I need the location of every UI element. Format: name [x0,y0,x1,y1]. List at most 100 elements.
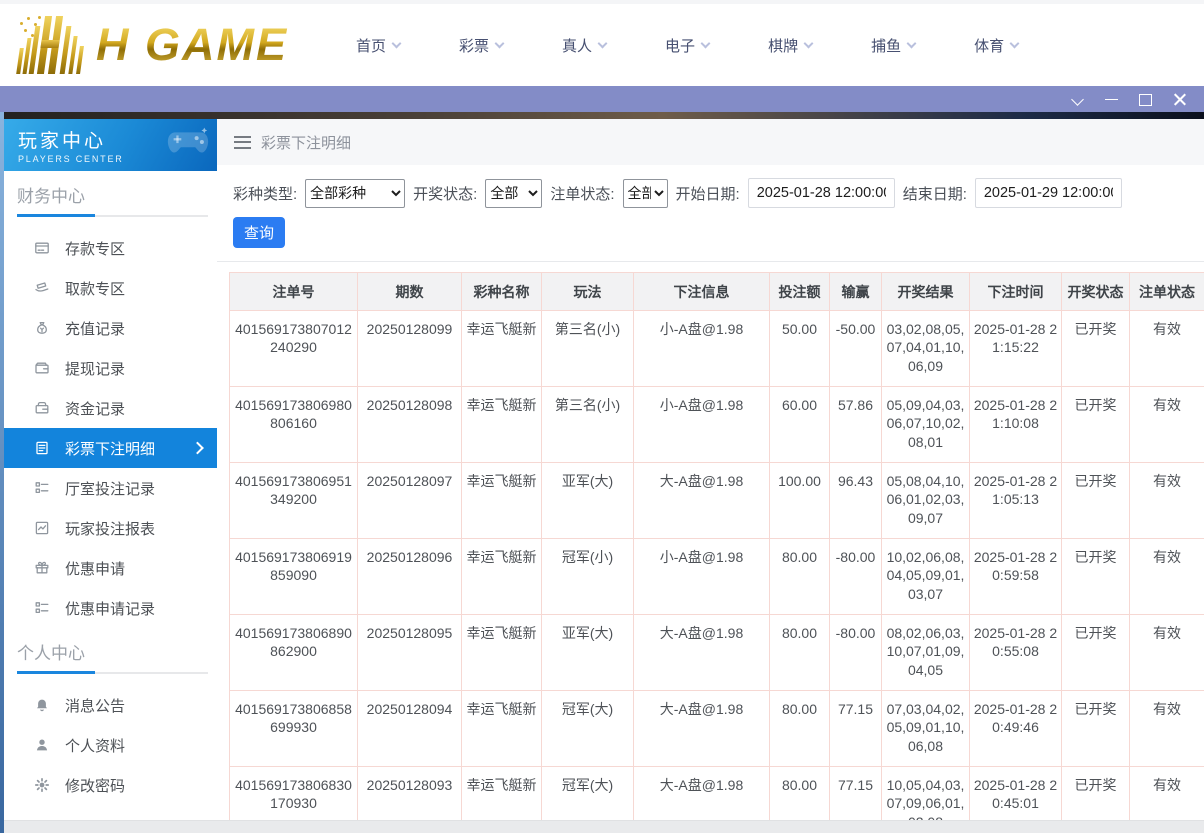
cell-play-type: 冠军(小) [542,539,634,615]
col-header-play-type: 玩法 [542,273,634,311]
chart-icon [34,520,50,536]
cell-order-no: 401569173806858699930 [230,691,358,767]
sidebar-item-message-notice[interactable]: 消息公告 [4,685,217,725]
sidebar-item-label: 消息公告 [65,695,125,716]
purse-icon [34,400,50,416]
cell-win-loss: 96.43 [830,463,882,539]
cell-bet-amount: 80.00 [770,615,830,691]
cell-draw-status: 已开奖 [1062,463,1130,539]
sidebar-item-recharge-records[interactable]: 充值记录 [4,308,217,348]
banner-strip [0,112,1204,119]
checklist-icon [34,600,50,616]
cell-bet-info: 小-A盘@1.98 [634,387,770,463]
nav-item-0[interactable]: 首页 [356,35,400,56]
cell-order-no: 401569173806980806160 [230,387,358,463]
cell-draw-result: 05,08,04,10,06,01,02,03,09,07 [882,463,970,539]
cell-order-status: 有效 [1130,311,1204,387]
nav-item-3[interactable]: 电子 [665,35,709,56]
sidebar-item-label: 修改密码 [65,775,125,796]
col-header-bet-time: 下注时间 [970,273,1062,311]
page-title: 彩票下注明细 [261,132,351,153]
sidebar-item-deposit-zone[interactable]: 存款专区 [4,228,217,268]
lottery-type-label: 彩种类型: [233,183,297,204]
sidebar-item-lottery-bet-details[interactable]: 彩票下注明细 [4,428,217,468]
sidebar-item-label: 资金记录 [65,398,125,419]
chevron-down-icon [804,38,814,48]
sidebar-item-player-bet-report[interactable]: 玩家投注报表 [4,508,217,548]
sidebar-header: 玩家中心 PLAYERS CENTER [4,119,217,171]
breadcrumb: 彩票下注明细 [217,119,1204,165]
cell-bet-info: 大-A盘@1.98 [634,615,770,691]
draw-status-select[interactable]: 全部 [485,179,542,208]
col-header-draw-result: 开奖结果 [882,273,970,311]
sidebar-item-change-password[interactable]: 修改密码 [4,765,217,805]
start-date-input[interactable] [748,178,895,208]
gamepad-icon [165,125,211,162]
col-header-lottery-name: 彩种名称 [462,273,542,311]
start-date-label: 开始日期: [676,183,740,204]
wallet-icon [34,360,50,376]
window-maximize-button[interactable] [1138,92,1153,107]
chevron-down-icon [701,38,711,48]
section-divider [17,672,208,674]
sidebar-item-hall-bet-records[interactable]: 厅室投注记录 [4,468,217,508]
site-header: H GAME 首页 彩票 真人 电子 棋牌 捕鱼 体育 [0,0,1204,86]
order-status-select[interactable]: 全部 [623,179,668,208]
end-date-input[interactable] [975,178,1122,208]
chevron-down-icon [598,38,608,48]
cell-play-type: 冠军(大) [542,691,634,767]
table-row: 40156917380698080616020250128098幸运飞艇新第三名… [230,387,1204,463]
col-header-bet-amount: 投注额 [770,273,830,311]
cell-draw-result: 05,09,04,03,06,07,10,02,08,01 [882,387,970,463]
nav-item-1[interactable]: 彩票 [459,35,503,56]
sidebar-item-label: 充值记录 [65,318,125,339]
sidebar-item-withdraw-zone[interactable]: 取款专区 [4,268,217,308]
player-sidebar: 玩家中心 PLAYERS CENTER 财务中心存款专区取款专区充值记录提现记录… [4,119,217,833]
search-button[interactable]: 查询 [233,217,285,248]
sidebar-item-personal-profile[interactable]: 个人资料 [4,725,217,765]
user-icon [34,737,50,753]
cell-period: 20250128095 [358,615,462,691]
cell-lottery-name: 幸运飞艇新 [462,311,542,387]
window-collapse-button[interactable] [1070,92,1085,107]
window-left-edge [0,112,4,833]
nav-item-6[interactable]: 体育 [974,35,1018,56]
col-header-order-no: 注单号 [230,273,358,311]
cell-win-loss: 77.15 [830,691,882,767]
cell-period: 20250128097 [358,463,462,539]
nav-item-5[interactable]: 捕鱼 [871,35,915,56]
cell-draw-result: 03,02,08,05,07,04,01,10,06,09 [882,311,970,387]
sidebar-item-label: 玩家投注报表 [65,518,155,539]
window-minimize-button[interactable] [1104,92,1119,107]
table-row: 40156917380691985909020250128096幸运飞艇新冠军(… [230,539,1204,615]
sidebar-item-label: 优惠申请 [65,558,125,579]
cell-period: 20250128096 [358,539,462,615]
sidebar-item-promo-apply[interactable]: 优惠申请 [4,548,217,588]
table-row: 40156917380689086290020250128095幸运飞艇新亚军(… [230,615,1204,691]
end-date-label: 结束日期: [903,183,967,204]
col-header-win-loss: 输赢 [830,273,882,311]
sidebar-item-withdraw-records[interactable]: 提现记录 [4,348,217,388]
filter-bar: 彩种类型: 全部彩种 开奖状态: 全部 注单状态: 全部 开始日期: 结束日期: [217,165,1204,262]
brand-logo[interactable]: H GAME [0,14,300,76]
cell-bet-time: 2025-01-28 20:49:46 [970,691,1062,767]
cell-draw-status: 已开奖 [1062,539,1130,615]
sidebar-item-promo-apply-records[interactable]: 优惠申请记录 [4,588,217,628]
bell-icon [34,697,50,713]
bets-table: 注单号期数彩种名称玩法下注信息投注额输赢开奖结果下注时间开奖状态注单状态 401… [229,272,1204,833]
sidebar-item-funds-records[interactable]: 资金记录 [4,388,217,428]
cell-bet-info: 大-A盘@1.98 [634,463,770,539]
nav-item-2[interactable]: 真人 [562,35,606,56]
sidebar-item-label: 取款专区 [65,278,125,299]
gift-icon [34,560,50,576]
window-close-button[interactable] [1172,92,1187,107]
cell-bet-time: 2025-01-28 21:10:08 [970,387,1062,463]
nav-item-4[interactable]: 棋牌 [768,35,812,56]
cell-draw-result: 07,03,04,02,05,09,01,10,06,08 [882,691,970,767]
cell-play-type: 第三名(小) [542,387,634,463]
menu-toggle-icon[interactable] [234,136,251,149]
table-row: 40156917380685869993020250128094幸运飞艇新冠军(… [230,691,1204,767]
lottery-type-select[interactable]: 全部彩种 [305,179,405,208]
chevron-down-icon [907,38,917,48]
document-icon [34,440,50,456]
